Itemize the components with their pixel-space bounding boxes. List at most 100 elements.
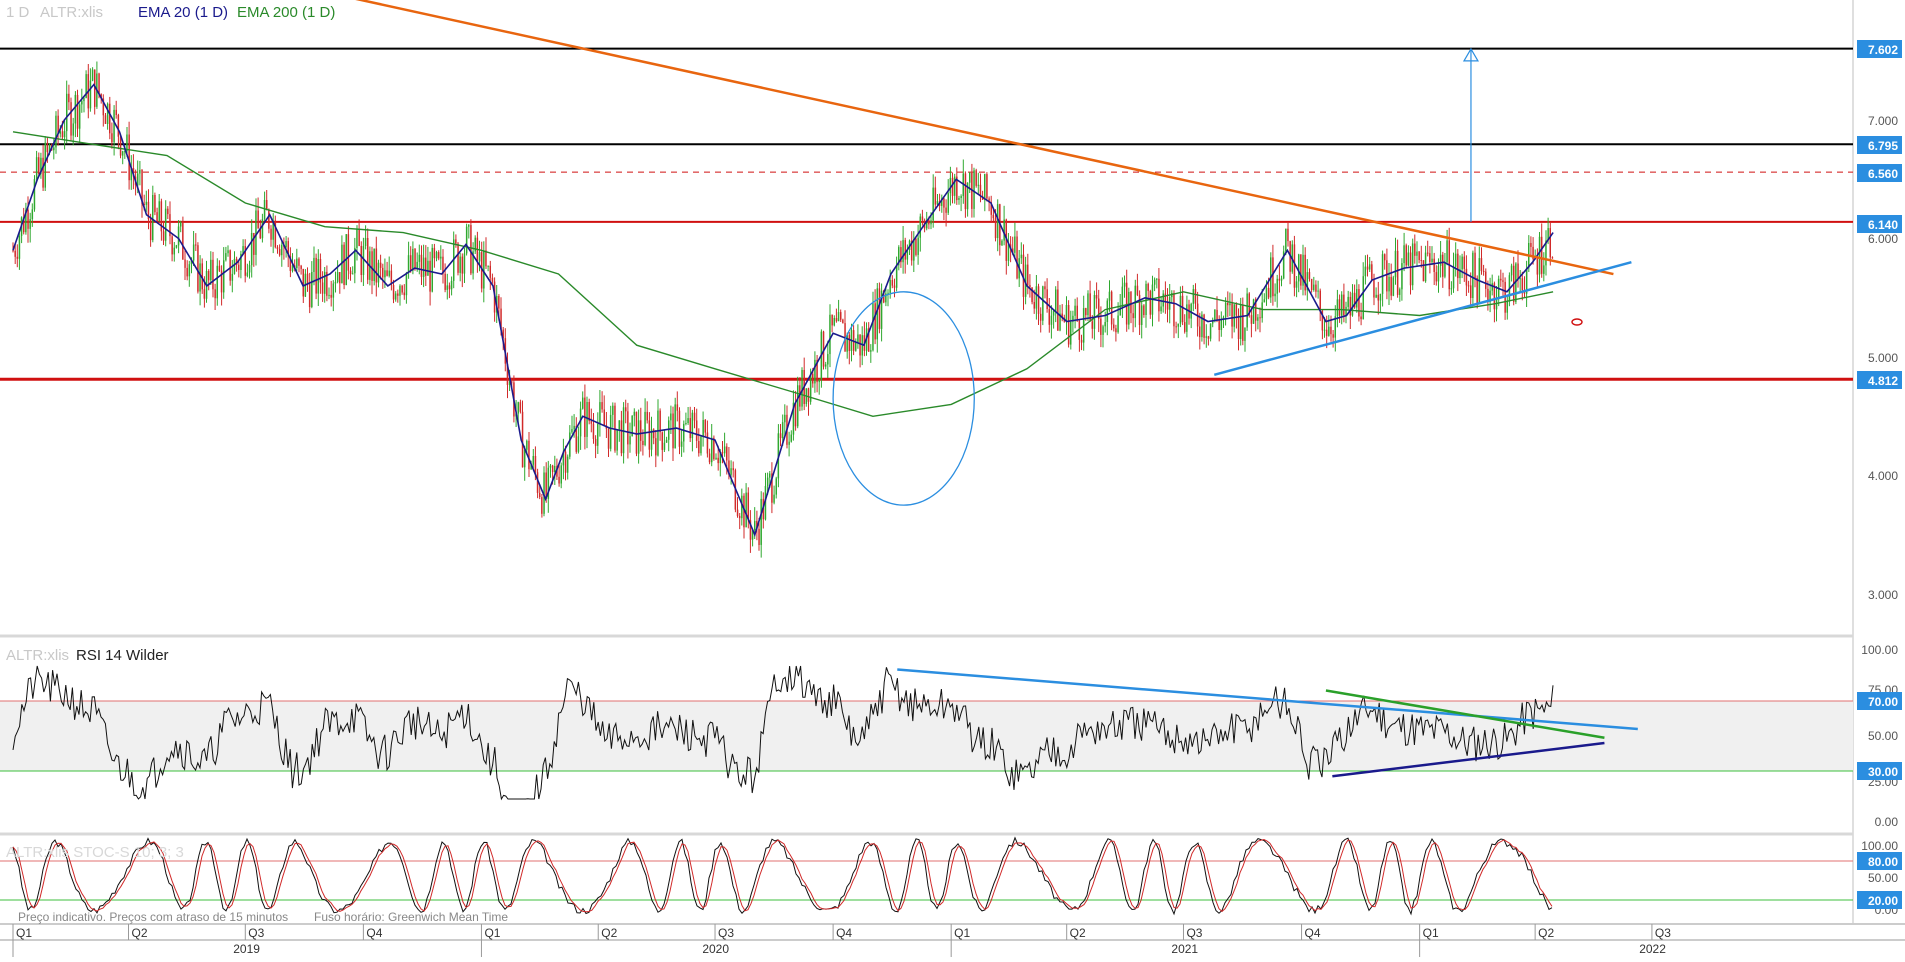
quarter-label: Q1 bbox=[954, 926, 970, 940]
candle-body bbox=[457, 243, 459, 273]
candle-body bbox=[1076, 305, 1078, 321]
candle-body bbox=[1203, 314, 1205, 338]
candle-body bbox=[1454, 253, 1457, 267]
candle-body bbox=[66, 93, 68, 132]
quarter-label: Q2 bbox=[601, 926, 617, 940]
legend-timeframe: 1 D bbox=[6, 4, 30, 21]
year-label: 2022 bbox=[1639, 942, 1666, 956]
candle-body bbox=[1399, 289, 1401, 295]
candle-body bbox=[891, 280, 894, 286]
price-tag: 6.140 bbox=[1868, 218, 1898, 232]
candle-body bbox=[203, 289, 206, 299]
candle-body bbox=[1272, 257, 1274, 297]
candle-body bbox=[223, 260, 225, 293]
candle-body bbox=[928, 220, 930, 225]
candle-body bbox=[1536, 258, 1539, 275]
candle-body bbox=[1121, 286, 1124, 308]
candle-body bbox=[379, 262, 382, 268]
candle-body bbox=[184, 259, 186, 268]
candle-body bbox=[1276, 278, 1278, 294]
candle-body bbox=[1055, 289, 1057, 311]
candle-body bbox=[489, 265, 491, 278]
candle-body bbox=[1102, 326, 1104, 335]
candle-body bbox=[14, 250, 16, 257]
candle-body bbox=[612, 405, 614, 415]
candle-body bbox=[691, 412, 694, 439]
candle-body bbox=[1048, 309, 1050, 325]
candle-body bbox=[483, 250, 485, 289]
quarter-label: Q2 bbox=[132, 926, 148, 940]
candle-body bbox=[106, 103, 109, 124]
candle-body bbox=[1325, 329, 1328, 336]
candle-body bbox=[1246, 293, 1248, 328]
candle-body bbox=[498, 296, 500, 309]
candle-body bbox=[229, 250, 231, 281]
candle-body bbox=[698, 441, 700, 454]
price-tag: 4.812 bbox=[1868, 374, 1898, 388]
quarter-label: Q4 bbox=[836, 926, 852, 940]
candle-body bbox=[646, 411, 648, 421]
candle-body bbox=[1033, 302, 1035, 309]
candle-body bbox=[16, 256, 19, 259]
candle-body bbox=[1231, 303, 1233, 327]
candle-body bbox=[945, 207, 947, 213]
chart-canvas[interactable]: 7.000 6.000 5.000 4.000 3.000 7.602 6.79… bbox=[0, 0, 1905, 957]
quarter-label: Q2 bbox=[1538, 926, 1554, 940]
candle-body bbox=[1117, 315, 1119, 333]
candle-body bbox=[794, 402, 797, 427]
candle-body bbox=[1377, 294, 1379, 301]
year-label: 2020 bbox=[702, 942, 729, 956]
candle-body bbox=[171, 236, 173, 255]
candle-body bbox=[1375, 294, 1377, 298]
quarter-label: Q4 bbox=[366, 926, 382, 940]
candle-body bbox=[1409, 252, 1412, 286]
candle-body bbox=[973, 170, 975, 209]
candle-body bbox=[397, 293, 399, 296]
candle-body bbox=[1351, 292, 1354, 316]
candle-body bbox=[300, 265, 302, 269]
candle-body bbox=[330, 294, 332, 298]
candle-body bbox=[609, 414, 612, 449]
candle-body bbox=[182, 222, 184, 260]
candle-body bbox=[137, 173, 139, 186]
candle-body bbox=[392, 285, 395, 300]
candle-body bbox=[311, 272, 313, 307]
candle-body bbox=[72, 123, 74, 136]
candle-body bbox=[1001, 240, 1003, 246]
candle-body bbox=[895, 265, 898, 288]
price-tick: 4.000 bbox=[1868, 469, 1898, 483]
candle-body bbox=[833, 318, 835, 326]
quarter-label: Q3 bbox=[1655, 926, 1671, 940]
candle-body bbox=[1057, 289, 1059, 331]
candle-body bbox=[859, 334, 861, 356]
candle-body bbox=[1414, 243, 1416, 256]
candle-body bbox=[642, 440, 644, 445]
candle-body bbox=[831, 314, 833, 326]
candle-body bbox=[1085, 308, 1087, 316]
candle-body bbox=[1136, 285, 1139, 295]
candle-body bbox=[745, 492, 747, 528]
candle-body bbox=[870, 350, 872, 352]
candle-body bbox=[1252, 299, 1255, 324]
candle-body bbox=[958, 198, 960, 200]
candle-body bbox=[1472, 252, 1474, 298]
rsi-tick: 50.00 bbox=[1868, 729, 1898, 743]
stoch-tick: 50.00 bbox=[1868, 871, 1898, 885]
candle-body bbox=[878, 288, 881, 329]
candle-body bbox=[1519, 278, 1521, 280]
candle-body bbox=[302, 268, 304, 297]
candle-body bbox=[233, 258, 236, 274]
candle-body bbox=[893, 285, 896, 288]
candle-body bbox=[1418, 251, 1420, 260]
candle-body bbox=[1506, 301, 1508, 313]
candle-body bbox=[855, 342, 857, 351]
candle-body bbox=[1044, 286, 1046, 290]
price-tag: 6.560 bbox=[1868, 167, 1898, 181]
candle-body bbox=[840, 312, 842, 320]
candle-body bbox=[1207, 336, 1210, 339]
candle-body bbox=[1313, 284, 1315, 290]
candle-body bbox=[225, 253, 227, 261]
candle-body bbox=[824, 364, 827, 367]
candle-body bbox=[1186, 304, 1188, 332]
candle-body bbox=[433, 247, 436, 259]
